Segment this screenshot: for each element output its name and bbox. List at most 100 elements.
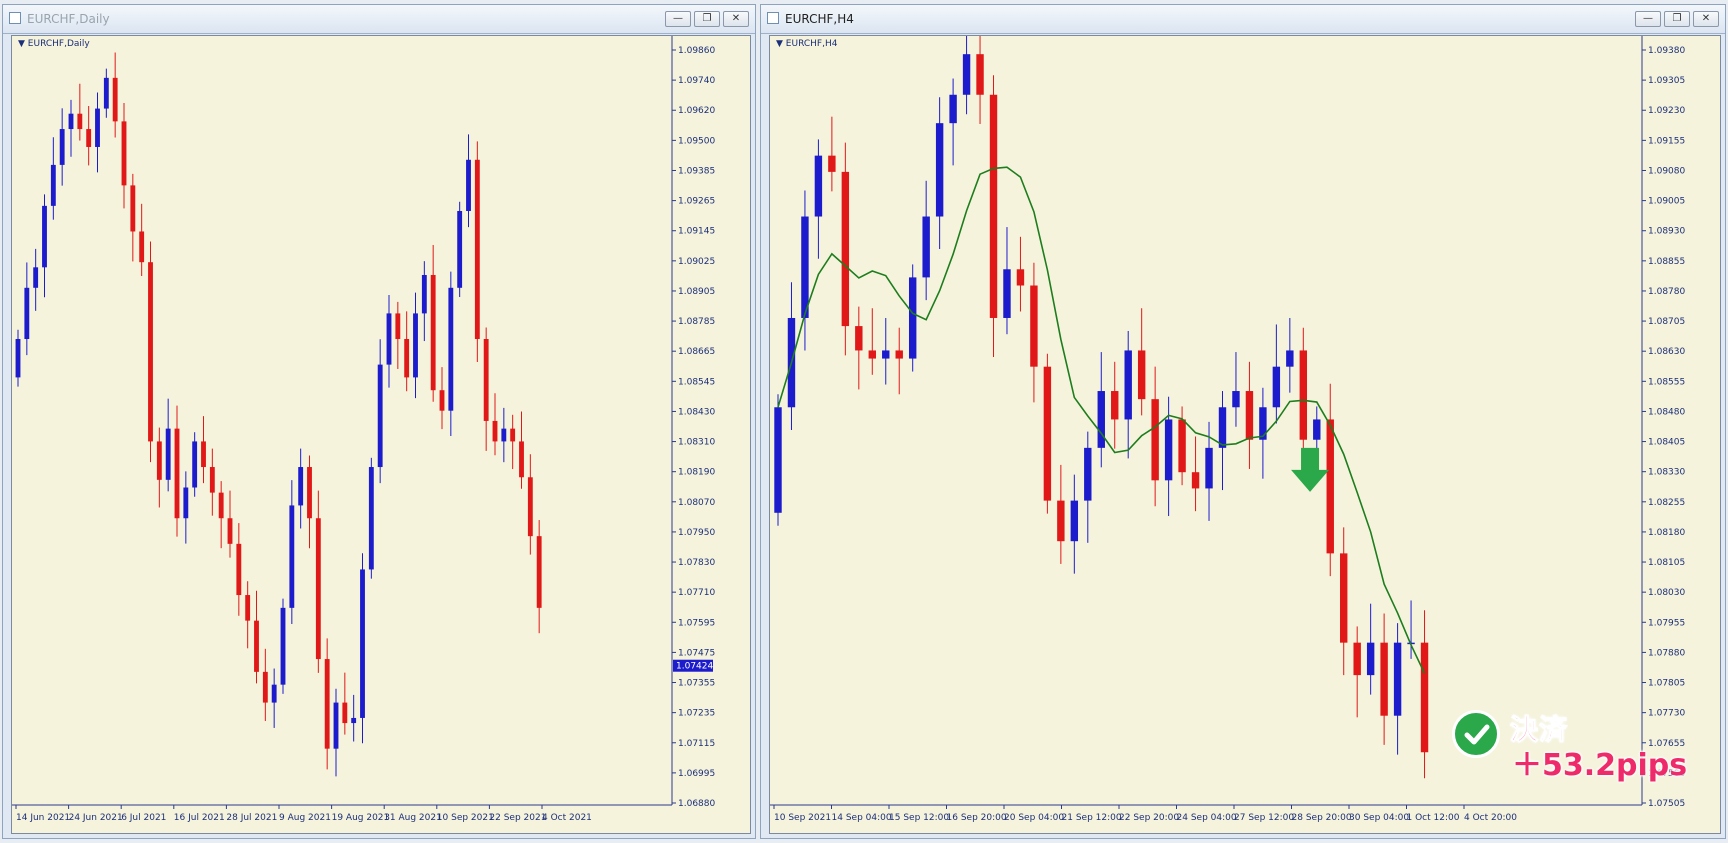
candle-body — [413, 313, 418, 378]
candle-body — [1111, 391, 1119, 420]
daily-candlestick-chart[interactable]: 1.09860 1.09740 1.09620 1.09500 1.09385 1.092… — [12, 36, 752, 835]
candle-body — [421, 274, 427, 314]
candle-body — [1030, 285, 1038, 367]
candle-body — [1178, 419, 1186, 473]
candle-body — [1070, 500, 1079, 542]
candle-body — [1205, 447, 1213, 489]
candle-body — [50, 164, 56, 206]
time-tick-label: 27 Sep 12:00 — [1234, 813, 1294, 823]
restore-button[interactable]: ❐ — [694, 11, 720, 27]
h4-symbol-label[interactable]: ▼ EURCHF,H4 — [776, 39, 837, 49]
price-tick-label: 1.09080 — [1648, 166, 1685, 176]
daily-window-title: EURCHF,Daily — [27, 12, 110, 26]
candle-body — [236, 543, 242, 596]
candle-body — [42, 205, 47, 268]
candle-body — [307, 467, 312, 519]
price-tick-label: 1.08430 — [678, 407, 715, 417]
price-tick-label: 1.07710 — [678, 588, 715, 598]
close-button[interactable]: ✕ — [723, 11, 749, 27]
price-tick-label: 1.07505 — [1648, 799, 1685, 809]
price-tick-label: 1.08330 — [1648, 468, 1685, 478]
time-tick-label: 4 Oct 2021 — [542, 813, 592, 823]
candle-body — [466, 159, 471, 211]
candle-body — [801, 216, 809, 318]
candle-body — [333, 702, 339, 749]
candle-body — [935, 123, 944, 217]
candle-body — [1016, 269, 1025, 286]
candle-body — [377, 364, 383, 468]
daily-symbol-label[interactable]: ▼ EURCHF,Daily — [18, 39, 90, 49]
candle-body — [280, 607, 286, 685]
price-tick-label: 1.08070 — [678, 498, 715, 508]
candle-body — [501, 428, 507, 442]
candle-body — [1259, 407, 1267, 440]
price-tick-label: 1.08105 — [1648, 558, 1685, 568]
candle-body — [218, 492, 224, 519]
h4-candlestick-chart[interactable]: 1.09380 1.09305 1.09230 1.09155 1.09080 1.090… — [770, 36, 1722, 835]
candle-body — [262, 671, 268, 703]
candle-body — [1393, 642, 1402, 716]
price-tick-label: 1.09620 — [678, 106, 715, 116]
candle-body — [1137, 350, 1146, 400]
time-tick-label: 22 Sep 20:00 — [1119, 813, 1179, 823]
h4-window-titlebar[interactable]: EURCHF,H4 — ❐ ✕ — [761, 5, 1725, 34]
h4-chart-area[interactable]: 1.09380 1.09305 1.09230 1.09155 1.09080 1.090… — [769, 35, 1721, 834]
price-tick-label: 1.08665 — [678, 347, 715, 357]
candle-body — [1286, 350, 1294, 367]
price-tick-label: 1.08555 — [1648, 377, 1685, 387]
candle-body — [148, 262, 153, 442]
h4-chart-window[interactable]: EURCHF,H4 — ❐ ✕ 1.09380 1.09305 1.09230 1.0… — [760, 4, 1726, 839]
price-tick-label: 1.08190 — [678, 468, 715, 478]
price-tick-label: 1.08780 — [1648, 287, 1685, 297]
candle-body — [1380, 642, 1388, 716]
candle-body — [922, 216, 930, 278]
price-tick-label: 1.08030 — [1648, 588, 1685, 598]
price-tick-label: 1.09005 — [1648, 197, 1685, 207]
close-button[interactable]: ✕ — [1693, 11, 1719, 27]
price-tick-label: 1.09380 — [1648, 46, 1685, 56]
price-tick-label: 1.07730 — [1648, 709, 1685, 719]
price-tick-label: 1.09860 — [678, 46, 715, 56]
price-tick-label: 1.08310 — [678, 438, 715, 448]
candle-body — [1218, 407, 1227, 448]
price-tick-label: 1.09385 — [678, 166, 715, 176]
price-tick-label: 1.09145 — [678, 227, 715, 237]
price-tick-label: 1.08705 — [1648, 317, 1685, 327]
time-tick-label: 9 Aug 2021 — [279, 813, 331, 823]
candle-body — [95, 108, 100, 147]
price-tick-label: 1.08405 — [1648, 438, 1685, 448]
daily-window-titlebar[interactable]: EURCHF,Daily — ❐ ✕ — [3, 5, 755, 34]
candle-body — [59, 129, 65, 165]
candle-body — [774, 407, 782, 513]
profit-pips-label: ＋53.2pips — [1512, 748, 1688, 783]
candle-body — [457, 210, 463, 288]
candle-body — [174, 428, 180, 519]
candle-body — [962, 54, 971, 95]
time-tick-label: 16 Jul 2021 — [174, 813, 225, 823]
candle-body — [882, 350, 890, 359]
candle-body — [1084, 447, 1092, 501]
candle-body — [1420, 642, 1429, 753]
candle-body — [395, 313, 401, 340]
candle-body — [536, 536, 542, 608]
price-tick-label: 1.09230 — [1648, 106, 1685, 116]
candle-body — [949, 94, 957, 124]
candle-body — [342, 702, 348, 724]
minimize-button[interactable]: — — [665, 11, 691, 27]
minimize-button[interactable]: — — [1635, 11, 1661, 27]
time-tick-label: 10 Sep 2021 — [774, 813, 831, 823]
candle-body — [814, 155, 823, 217]
candle-body — [192, 441, 198, 488]
price-tick-label: 1.09155 — [1648, 136, 1685, 146]
restore-button[interactable]: ❐ — [1664, 11, 1690, 27]
candle-body — [1313, 419, 1321, 440]
candle-body — [1057, 500, 1065, 542]
candle-body — [439, 390, 445, 411]
candle-body — [430, 274, 436, 391]
check-icon — [1452, 710, 1500, 758]
time-tick-label: 10 Sep 2021 — [437, 813, 494, 823]
candle-body — [527, 477, 533, 537]
daily-chart-area[interactable]: 1.09860 1.09740 1.09620 1.09500 1.09385 1.092… — [11, 35, 751, 834]
candle-body — [1164, 419, 1173, 481]
daily-chart-window[interactable]: EURCHF,Daily — ❐ ✕ 1.09860 1.09740 1.09620… — [2, 4, 756, 839]
